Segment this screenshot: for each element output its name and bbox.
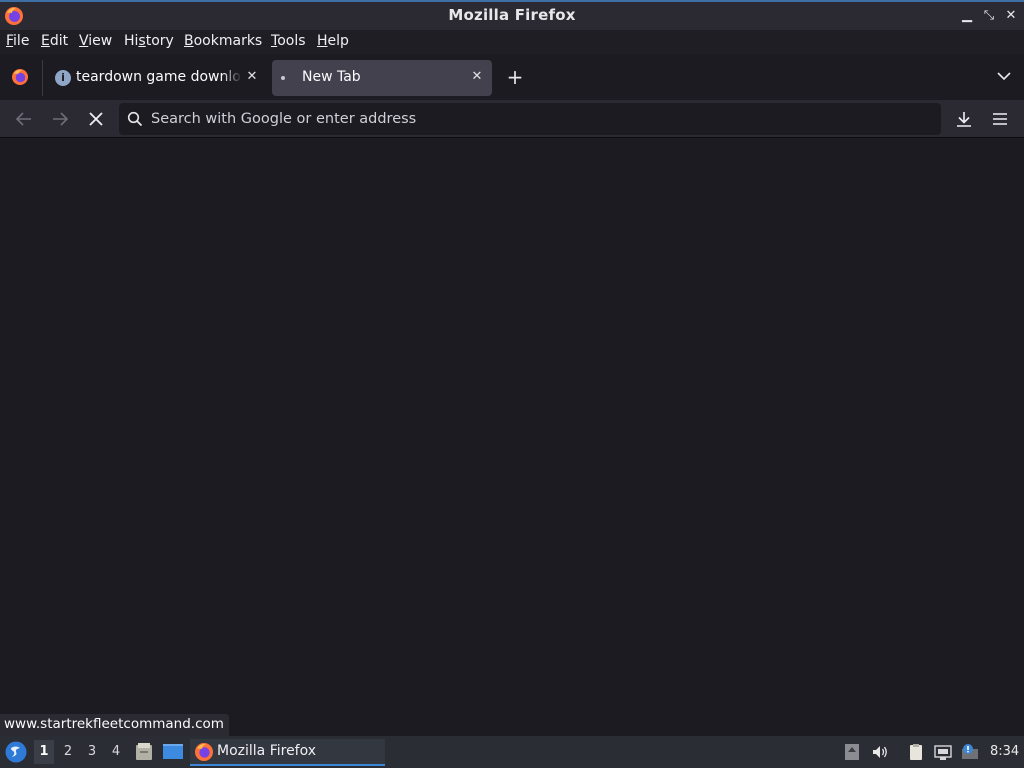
- stop-loading-icon[interactable]: [84, 107, 108, 131]
- taskbar: 1 2 3 4 Mozilla Firefox 8:34: [0, 736, 1024, 768]
- show-desktop-icon[interactable]: [162, 742, 184, 762]
- menu-bookmarks[interactable]: Bookmarks: [184, 33, 262, 49]
- window-title: Mozilla Firefox: [448, 6, 576, 24]
- menu-bar: File Edit View History Bookmarks Tools H…: [0, 30, 1024, 54]
- download-icon[interactable]: [952, 107, 976, 131]
- info-icon: i: [55, 70, 71, 86]
- menu-view[interactable]: View: [79, 33, 112, 49]
- window-titlebar: Mozilla Firefox ▁ ⤡ ✕: [0, 0, 1024, 30]
- menu-file[interactable]: File: [6, 33, 29, 49]
- forward-arrow-icon[interactable]: [48, 107, 72, 131]
- taskbar-window-label: Mozilla Firefox: [217, 743, 317, 759]
- navigation-bar: [0, 100, 1024, 138]
- back-arrow-icon[interactable]: [12, 107, 36, 131]
- taskbar-firefox-button[interactable]: Mozilla Firefox: [190, 739, 385, 766]
- address-bar[interactable]: [119, 103, 941, 135]
- network-icon[interactable]: [934, 743, 952, 761]
- tab-title: New Tab: [302, 69, 361, 85]
- workspace-4[interactable]: 4: [106, 740, 126, 764]
- loading-dot-icon: [281, 76, 285, 80]
- workspace-2[interactable]: 2: [58, 740, 78, 764]
- chevron-down-icon[interactable]: [994, 66, 1014, 86]
- menu-history[interactable]: History: [124, 33, 174, 49]
- file-manager-icon[interactable]: [134, 742, 154, 762]
- tab-teardown[interactable]: i teardown game download ✕: [48, 60, 266, 96]
- firefox-view-icon[interactable]: [10, 67, 30, 87]
- clipboard-icon[interactable]: [907, 743, 925, 761]
- status-url-tooltip: www.startrekfleetcommand.com: [0, 714, 229, 736]
- new-tab-button[interactable]: +: [505, 66, 525, 88]
- notification-icon[interactable]: [961, 743, 979, 761]
- hamburger-menu-icon[interactable]: [988, 107, 1012, 131]
- close-window-button[interactable]: ✕: [1002, 7, 1020, 25]
- menu-edit[interactable]: Edit: [41, 33, 68, 49]
- tab-strip: i teardown game download ✕ New Tab ✕ +: [0, 54, 1024, 100]
- tab-divider: [42, 60, 43, 96]
- clock: 8:34: [990, 744, 1020, 759]
- menu-help[interactable]: Help: [317, 33, 349, 49]
- menu-tools[interactable]: Tools: [271, 33, 306, 49]
- tray-updates-icon[interactable]: [843, 743, 861, 761]
- url-input[interactable]: [151, 103, 931, 135]
- restore-button[interactable]: ⤡: [980, 7, 998, 25]
- firefox-icon: [195, 743, 213, 761]
- volume-icon[interactable]: [871, 743, 889, 761]
- tab-close-icon[interactable]: ✕: [244, 69, 260, 85]
- search-icon: [127, 111, 143, 127]
- tab-new-tab[interactable]: New Tab ✕: [272, 60, 492, 96]
- workspace-3[interactable]: 3: [82, 740, 102, 764]
- tab-close-icon[interactable]: ✕: [469, 69, 485, 85]
- minimize-button[interactable]: ▁: [958, 7, 976, 25]
- start-menu-icon[interactable]: [4, 740, 28, 764]
- tab-title: teardown game download: [76, 69, 242, 85]
- page-content[interactable]: [0, 139, 1024, 735]
- workspace-1[interactable]: 1: [34, 740, 54, 764]
